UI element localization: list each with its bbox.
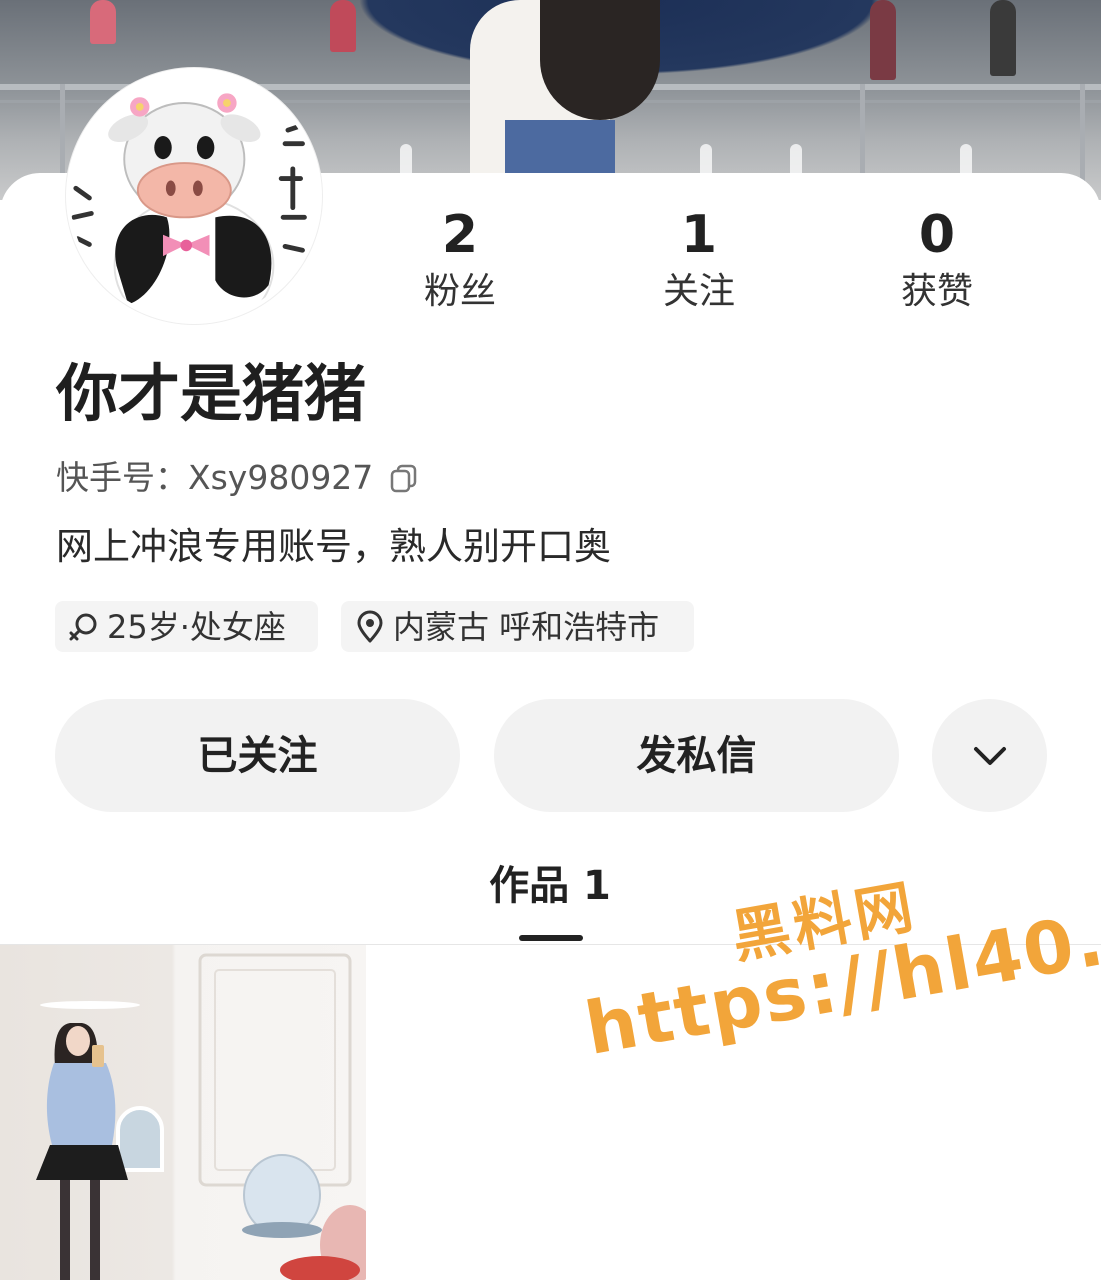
tag-location: 内蒙古 呼和浩特市 (341, 601, 694, 652)
following-label: 关注 (662, 271, 735, 312)
send-message-button[interactable]: 发私信 (494, 699, 899, 812)
cover-passerby (330, 0, 356, 52)
more-options-button[interactable] (932, 699, 1047, 812)
tag-age-text: 25岁·处女座 (107, 607, 286, 646)
cover-passerby (90, 0, 116, 44)
bio: 网上冲浪专用账号，熟人别开口奥 (56, 525, 611, 568)
account-id-value: Xsy980927 (188, 458, 374, 497)
likes-count: 0 (918, 205, 956, 265)
fans-count: 2 (441, 205, 479, 265)
tab-active-indicator (519, 935, 583, 941)
female-icon (69, 613, 97, 640)
cover-passerby (990, 0, 1016, 76)
tag-location-text: 内蒙古 呼和浩特市 (393, 607, 660, 646)
copy-icon[interactable] (389, 463, 419, 493)
cover-passerby (870, 0, 896, 80)
account-id-row: 快手号： Xsy980927 (56, 456, 419, 500)
nickname: 你才是猪猪 (56, 357, 367, 430)
fans-label: 粉丝 (423, 271, 496, 312)
following-count: 1 (680, 205, 718, 265)
tag-age: 25岁·处女座 (55, 601, 318, 652)
stat-fans[interactable]: 2 粉丝 (380, 205, 540, 317)
followed-button-label: 已关注 (197, 733, 318, 778)
tab-works[interactable]: 作品 1 (450, 858, 650, 914)
location-pin-icon (357, 610, 383, 642)
chevron-down-icon (973, 746, 1006, 765)
send-message-button-label: 发私信 (636, 733, 757, 778)
cow-avatar-illustration (70, 72, 318, 320)
work-thumbnail-image (36, 953, 366, 1280)
cover-figure-hair (540, 0, 660, 120)
account-id-label: 快手号： (56, 458, 188, 497)
followed-button[interactable]: 已关注 (55, 699, 460, 812)
work-thumbnail[interactable] (0, 945, 366, 1280)
likes-label: 获赞 (900, 271, 973, 312)
avatar[interactable] (66, 68, 322, 324)
stat-following[interactable]: 1 关注 (619, 205, 779, 317)
stat-likes[interactable]: 0 获赞 (857, 205, 1017, 317)
tab-works-label: 作品 1 (489, 863, 611, 909)
